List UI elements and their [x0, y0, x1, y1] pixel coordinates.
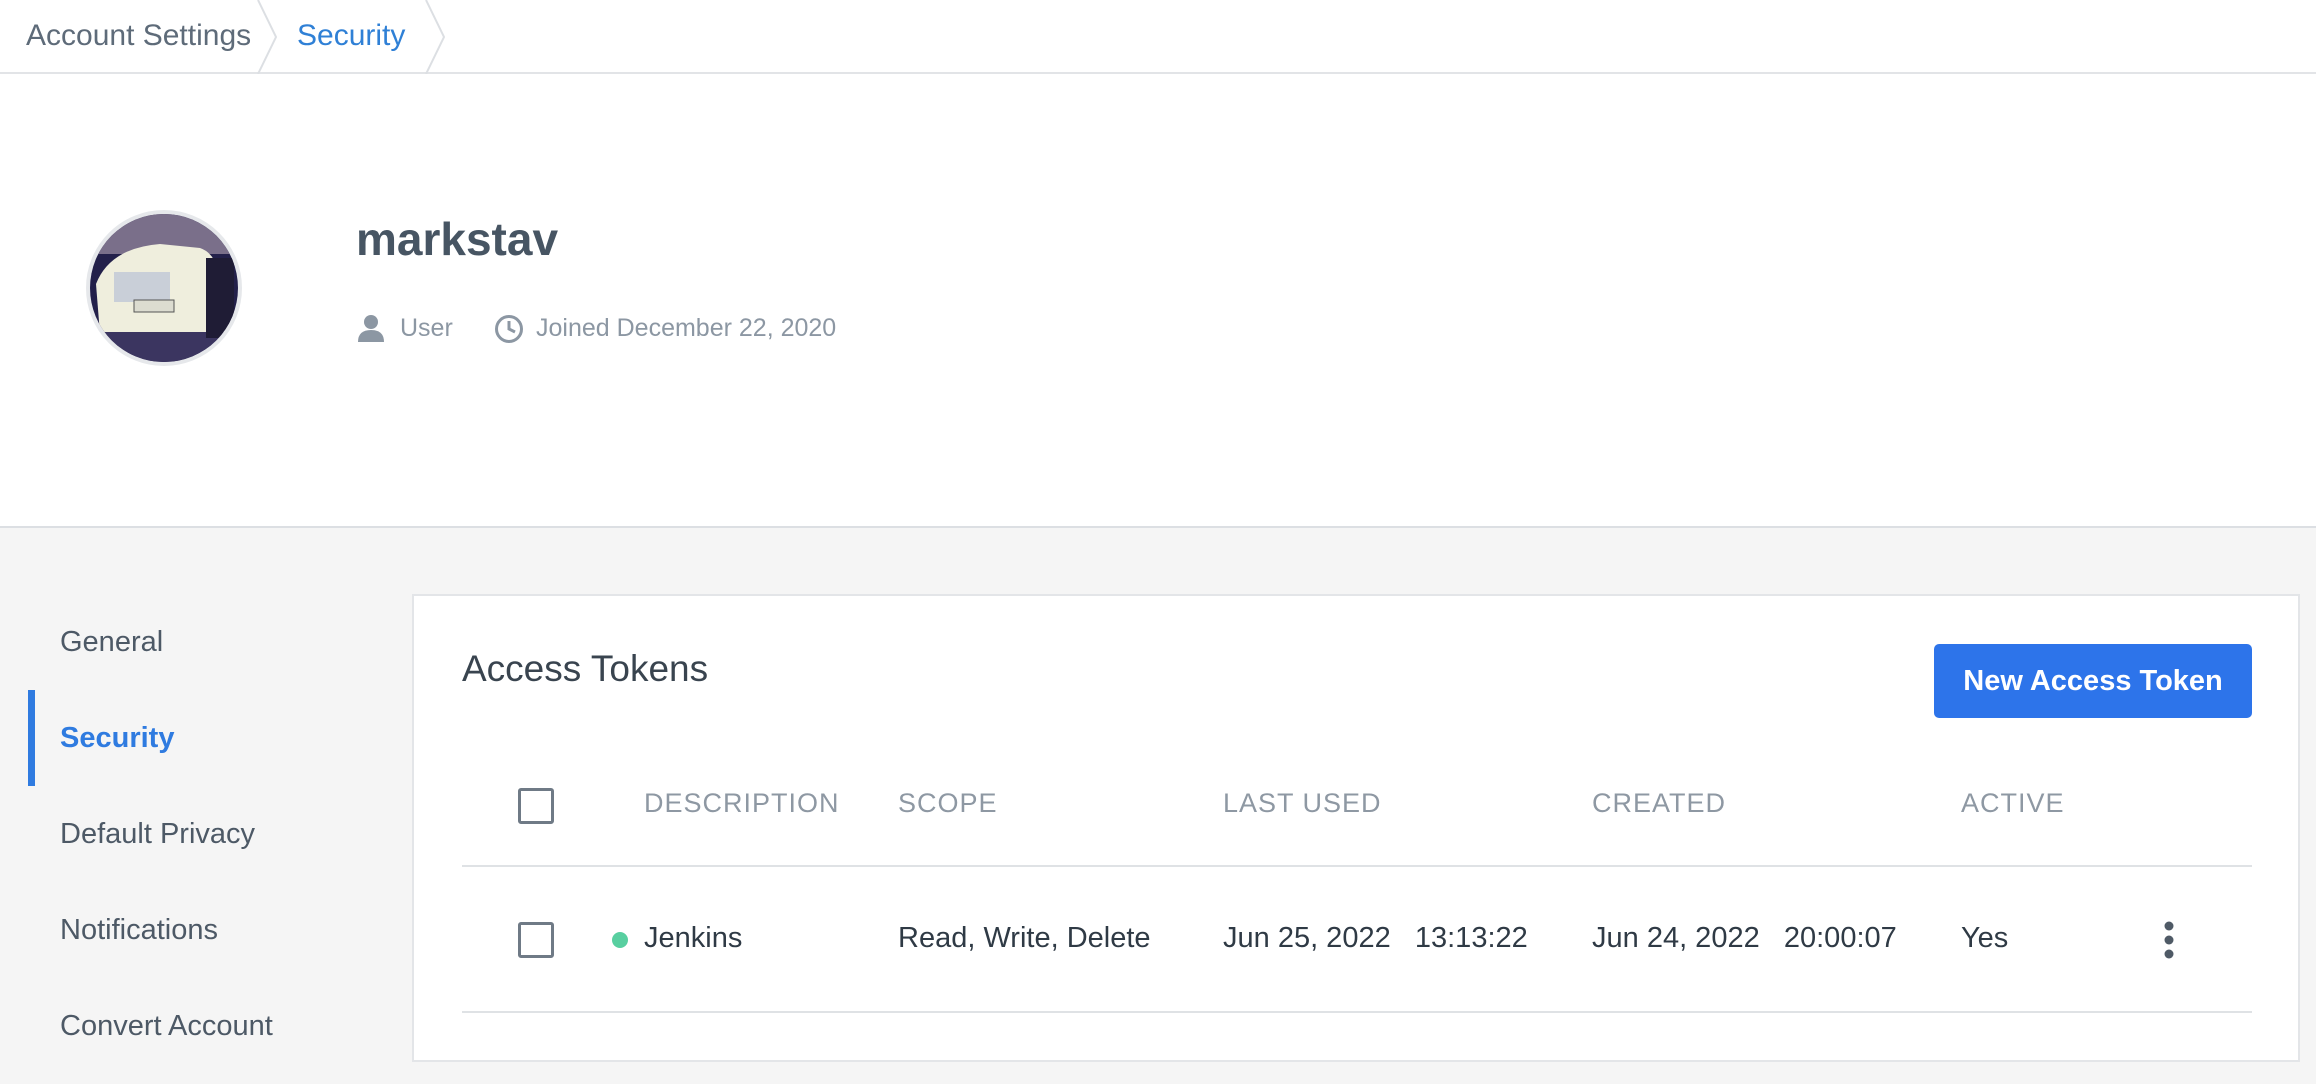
token-description: Jenkins: [644, 922, 743, 954]
profile-role: User: [400, 314, 453, 342]
sidebar-active-indicator: [28, 690, 35, 786]
token-scope: Read, Write, Delete: [898, 922, 1151, 954]
token-active: Yes: [1961, 922, 2009, 954]
select-all-checkbox[interactable]: [518, 788, 554, 824]
more-options-icon[interactable]: [2162, 920, 2176, 960]
breadcrumb-security[interactable]: Security: [297, 0, 405, 72]
column-header-scope[interactable]: SCOPE: [898, 788, 998, 819]
user-icon: [358, 315, 384, 342]
breadcrumb: Account Settings Security: [0, 0, 2316, 74]
sidebar-item-default-privacy[interactable]: Default Privacy: [60, 812, 255, 856]
row-checkbox[interactable]: [518, 922, 554, 958]
table-row-divider: [462, 1011, 2252, 1013]
token-created: Jun 24, 2022 20:00:07: [1592, 922, 1897, 954]
token-last-used: Jun 25, 2022 13:13:22: [1223, 922, 1528, 954]
profile-header: markstav User Joined December 22, 2020: [0, 74, 2316, 528]
sidebar-item-notifications[interactable]: Notifications: [60, 908, 218, 952]
access-tokens-title: Access Tokens: [462, 648, 709, 689]
sidebar-item-general[interactable]: General: [60, 620, 163, 664]
sidebar-item-convert-account[interactable]: Convert Account: [60, 1004, 273, 1048]
new-access-token-button[interactable]: New Access Token: [1934, 644, 2252, 718]
breadcrumb-separator-icon: [425, 0, 446, 74]
avatar: [86, 210, 242, 366]
breadcrumb-account-settings[interactable]: Account Settings: [26, 0, 251, 72]
profile-joined-date: Joined December 22, 2020: [536, 314, 837, 342]
column-header-last-used[interactable]: LAST USED: [1223, 788, 1382, 819]
active-status-dot: [612, 932, 628, 948]
column-header-active[interactable]: ACTIVE: [1961, 788, 2065, 819]
clock-icon: [495, 315, 523, 343]
sidebar-item-security[interactable]: Security: [60, 716, 174, 760]
access-tokens-card: Access Tokens New Access Token DESCRIPTI…: [412, 594, 2300, 1062]
profile-username: markstav: [356, 213, 559, 265]
breadcrumb-separator-icon: [257, 0, 278, 74]
column-header-description[interactable]: DESCRIPTION: [644, 788, 840, 819]
table-header-divider: [462, 865, 2252, 867]
column-header-created[interactable]: CREATED: [1592, 788, 1726, 819]
